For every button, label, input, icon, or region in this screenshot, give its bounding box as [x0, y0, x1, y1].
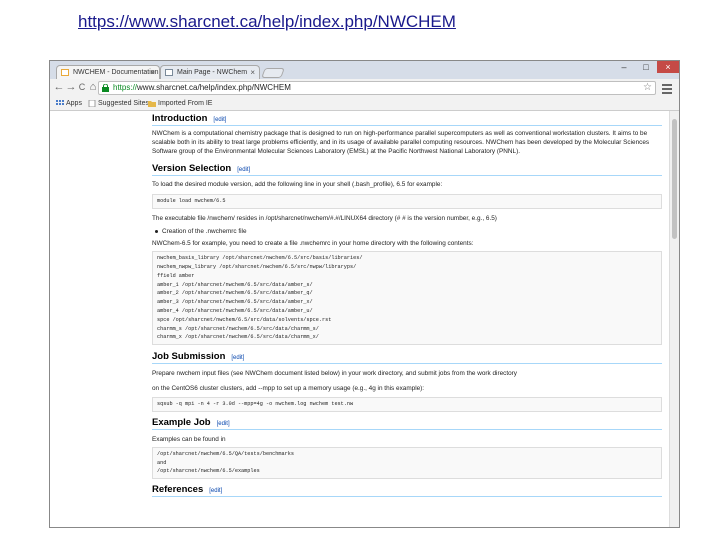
lock-icon [102, 84, 109, 92]
address-path: www.sharcnet.ca/help/index.php/NWCHEM [137, 83, 291, 92]
memory-usage-text: on the CentOS6 cluster clusters, add --m… [152, 385, 425, 393]
job-submission-text: Prepare nwchem input files (see NWChem d… [152, 370, 517, 378]
edit-link[interactable]: [edit] [237, 167, 250, 173]
introduction-heading: Introduction [edit] [152, 113, 662, 126]
folder-icon [148, 101, 156, 107]
browser-toolbar: ← → C ⌂ https://www.sharcnet.ca/help/ind… [50, 79, 679, 97]
examples-path-code: /opt/sharcnet/nwchem/6.5/QA/tests/benchm… [152, 446, 662, 480]
nwchemrc-instructions: NWChem-6.5 for example, you need to crea… [152, 240, 474, 248]
edit-link[interactable]: [edit] [213, 117, 226, 123]
bookmark-apps[interactable]: Apps [56, 97, 82, 110]
menu-icon[interactable] [662, 82, 672, 94]
executable-location-text: The executable file /nwchem/ resides in … [152, 214, 497, 222]
back-icon[interactable]: ← [53, 81, 65, 94]
heading-text: Example Job [152, 416, 211, 428]
bookmark-imported-from-ie[interactable]: Imported From IE [148, 97, 212, 110]
version-selection-heading: Version Selection [edit] [152, 163, 662, 176]
references-heading: References [edit] [152, 484, 662, 498]
heading-text: Job Submission [152, 351, 226, 363]
bookmark-star-icon[interactable]: ☆ [643, 83, 652, 93]
address-bar[interactable]: https://www.sharcnet.ca/help/index.php/N… [98, 81, 656, 95]
browser-window: NWCHEM - Documentation × Main Page - NWC… [49, 60, 680, 528]
introduction-text: NWChem is a computational chemistry pack… [152, 130, 650, 156]
version-selection-intro: To load the desired module version, add … [152, 180, 443, 188]
vertical-scrollbar[interactable] [669, 111, 679, 527]
page-icon [88, 100, 96, 107]
address-scheme: https:// [113, 83, 138, 92]
tab-label: NWCHEM - Documentation [73, 69, 159, 76]
close-window-button[interactable]: × [657, 61, 679, 73]
heading-text: Introduction [152, 113, 208, 124]
edit-link[interactable]: [edit] [217, 421, 230, 427]
maximize-button[interactable]: □ [635, 61, 657, 73]
page-favicon-icon [165, 69, 173, 76]
page-content: Introduction [edit] NWChem is a computati… [50, 111, 679, 527]
bookmarks-bar: Apps Suggested Sites Imported From IE [50, 97, 679, 111]
wiki-article: Introduction [edit] NWChem is a computati… [152, 111, 662, 498]
sqsub-code: sqsub -q mpi -n 4 -r 3.0d --mpp=4g -o nw… [152, 396, 662, 412]
bookmark-suggested-sites[interactable]: Suggested Sites [88, 97, 149, 110]
heading-text: Version Selection [152, 162, 232, 174]
scrollbar-thumb[interactable] [672, 119, 677, 239]
slide-url-link[interactable]: https://www.sharcnet.ca/help/index.php/N… [78, 12, 456, 32]
heading-text: References [152, 484, 204, 496]
job-submission-heading: Job Submission [edit] [152, 351, 662, 365]
nwchemrc-code-block: nwchem_basis_library /opt/sharcnet/nwche… [152, 251, 662, 346]
bookmark-label: Apps [66, 100, 82, 107]
tab-close-icon[interactable]: × [150, 66, 155, 79]
module-load-code: module load nwchem/6.5 [152, 193, 662, 209]
new-tab-button[interactable] [261, 68, 285, 78]
minimize-button[interactable]: – [613, 61, 635, 73]
example-job-heading: Example Job [edit] [152, 417, 662, 430]
bookmark-label: Suggested Sites [98, 100, 149, 107]
tab-nwchem-documentation[interactable]: NWCHEM - Documentation × [56, 65, 160, 79]
edit-link[interactable]: [edit] [209, 488, 222, 494]
edit-link[interactable]: [edit] [231, 355, 244, 361]
example-job-text: Examples can be found in [152, 435, 226, 443]
tab-main-page-nwchem[interactable]: Main Page - NWChem × [160, 65, 260, 79]
page-favicon-icon [61, 69, 69, 76]
apps-grid-icon [56, 100, 64, 105]
tab-bar: NWCHEM - Documentation × Main Page - NWC… [50, 61, 679, 79]
nwchemrc-bullet: Creation of the .nwchemrc file [152, 227, 662, 236]
bookmark-label: Imported From IE [158, 100, 213, 107]
tab-label: Main Page - NWChem [177, 69, 248, 76]
tab-close-icon[interactable]: × [250, 66, 255, 79]
